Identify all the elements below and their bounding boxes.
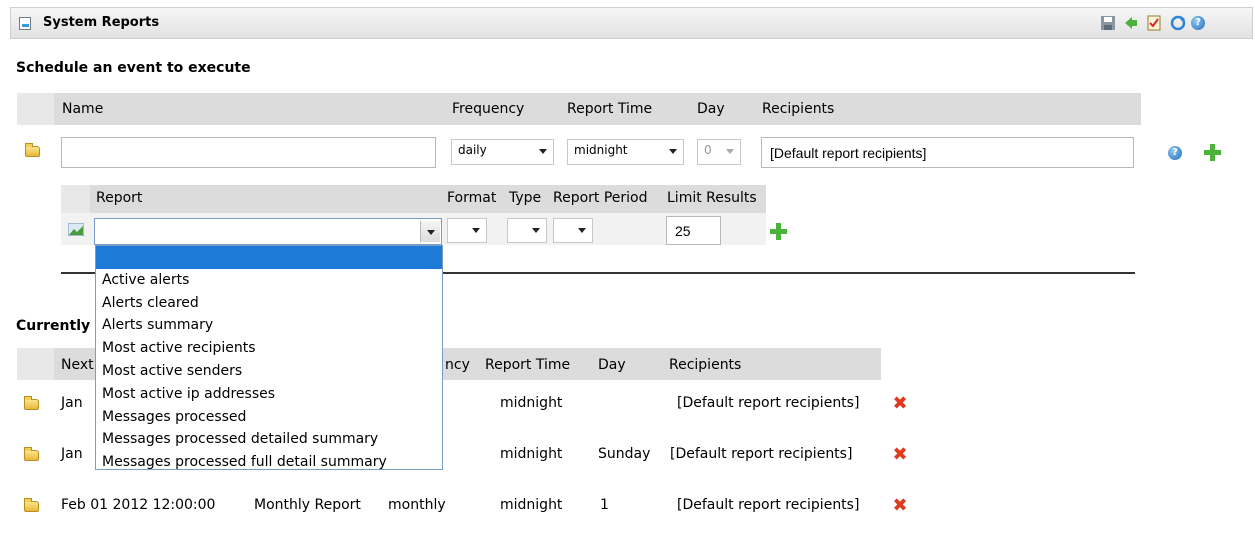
row-next: Jan bbox=[61, 446, 83, 462]
report-option[interactable]: Alerts summary bbox=[96, 314, 442, 337]
schedule-section-title: Schedule an event to execute bbox=[16, 60, 251, 76]
header-frequency: ncy bbox=[445, 357, 470, 373]
recipients-input[interactable] bbox=[761, 137, 1134, 168]
header-name: Name bbox=[62, 101, 104, 117]
chevron-down-icon bbox=[427, 230, 435, 235]
row-frequency: monthly bbox=[388, 497, 446, 513]
folder-icon bbox=[24, 396, 39, 410]
report-option[interactable]: Active alerts bbox=[96, 269, 442, 292]
header-limit-results: Limit Results bbox=[667, 190, 757, 206]
row-day: 1 bbox=[600, 497, 609, 513]
type-select[interactable] bbox=[507, 218, 547, 243]
header-day: Day bbox=[697, 101, 725, 117]
folder-icon bbox=[24, 498, 39, 512]
row-recipients: [Default report recipients] bbox=[677, 395, 860, 411]
checklist-icon[interactable] bbox=[1146, 15, 1162, 31]
chevron-down-icon bbox=[539, 149, 547, 154]
delete-icon[interactable]: ✖ bbox=[892, 497, 908, 515]
row-report-time: midnight bbox=[500, 446, 563, 462]
row-report-time: midnight bbox=[500, 497, 563, 513]
chevron-down-icon bbox=[472, 228, 480, 233]
header-report-time: Report Time bbox=[485, 357, 571, 373]
folder-icon bbox=[25, 143, 40, 157]
header-report: Report bbox=[96, 190, 143, 206]
row-day: Sunday bbox=[598, 446, 651, 462]
row-report-time: midnight bbox=[500, 395, 563, 411]
row-recipients: [Default report recipients] bbox=[670, 446, 853, 462]
report-time-select[interactable]: midnight bbox=[567, 139, 684, 165]
report-option[interactable]: Alerts cleared bbox=[96, 292, 442, 315]
delete-icon[interactable]: ✖ bbox=[892, 395, 908, 413]
report-option[interactable]: Messages processed full detail summary bbox=[96, 451, 442, 474]
header-type: Type bbox=[509, 190, 542, 206]
report-period-select[interactable] bbox=[553, 218, 593, 243]
report-option[interactable]: Most active senders bbox=[96, 360, 442, 383]
limit-results-input[interactable] bbox=[666, 216, 721, 245]
header-recipients: Recipients bbox=[669, 357, 742, 373]
add-report-icon[interactable] bbox=[770, 223, 787, 240]
header-frequency: Frequency bbox=[452, 101, 525, 117]
report-option-empty[interactable] bbox=[96, 246, 442, 269]
header-report-time: Report Time bbox=[567, 101, 653, 117]
save-icon[interactable] bbox=[1100, 15, 1116, 31]
row-recipients: [Default report recipients] bbox=[677, 497, 860, 513]
report-header-bar bbox=[61, 185, 766, 213]
format-select[interactable] bbox=[447, 218, 487, 243]
chevron-down-icon bbox=[532, 228, 540, 233]
report-icon bbox=[19, 17, 31, 30]
header-next: Next bbox=[61, 357, 94, 373]
report-option[interactable]: Messages processed detailed summary bbox=[96, 428, 442, 451]
header-day: Day bbox=[598, 357, 626, 373]
current-section-title: Currently bbox=[16, 318, 91, 334]
row-next: Jan bbox=[61, 395, 83, 411]
day-select[interactable]: 0 bbox=[697, 139, 741, 165]
add-schedule-icon[interactable] bbox=[1204, 144, 1221, 161]
report-option[interactable]: Most active ip addresses bbox=[96, 383, 442, 406]
row-next: Feb 01 2012 12:00:00 bbox=[61, 497, 216, 513]
chevron-down-icon bbox=[578, 228, 586, 233]
name-input[interactable] bbox=[61, 137, 436, 168]
window-titlebar: System Reports ? bbox=[10, 7, 1253, 39]
dropdown-button[interactable] bbox=[420, 221, 440, 242]
report-option[interactable]: Messages processed bbox=[96, 406, 442, 429]
chevron-down-icon bbox=[726, 149, 734, 154]
run-icon[interactable] bbox=[1123, 15, 1139, 31]
report-select[interactable] bbox=[94, 218, 442, 245]
frequency-select[interactable]: daily bbox=[451, 139, 554, 165]
help-icon[interactable]: ? bbox=[1191, 16, 1205, 30]
refresh-icon[interactable] bbox=[1170, 15, 1186, 31]
chart-icon bbox=[67, 222, 85, 237]
help-icon[interactable]: ? bbox=[1168, 146, 1182, 160]
report-dropdown-list: Active alerts Alerts cleared Alerts summ… bbox=[95, 245, 443, 470]
header-format: Format bbox=[447, 190, 497, 206]
report-option[interactable]: Most active recipients bbox=[96, 337, 442, 360]
header-recipients: Recipients bbox=[762, 101, 835, 117]
row-name: Monthly Report bbox=[254, 497, 361, 513]
window-title: System Reports bbox=[43, 15, 160, 30]
delete-icon[interactable]: ✖ bbox=[892, 446, 908, 464]
chevron-down-icon bbox=[669, 149, 677, 154]
folder-icon bbox=[24, 447, 39, 461]
header-report-period: Report Period bbox=[553, 190, 648, 206]
